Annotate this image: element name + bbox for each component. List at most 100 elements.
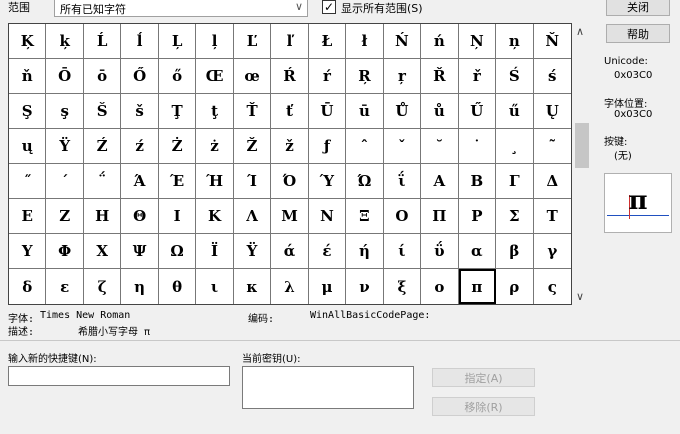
help-button[interactable]: 帮助 xyxy=(606,24,670,43)
char-cell[interactable]: Δ xyxy=(533,164,571,199)
char-cell[interactable]: Π xyxy=(421,199,459,234)
char-cell[interactable]: ΰ xyxy=(421,234,459,269)
char-cell[interactable]: Œ xyxy=(196,59,234,94)
scroll-up-icon[interactable]: ∧ xyxy=(576,25,584,38)
char-cell[interactable]: Ņ xyxy=(458,24,497,59)
assign-button[interactable]: 指定(A) xyxy=(432,368,535,387)
char-cell[interactable]: Η xyxy=(83,199,122,234)
char-cell[interactable]: έ xyxy=(308,234,347,269)
char-cell[interactable]: Ώ xyxy=(346,164,384,199)
char-cell[interactable]: Ő xyxy=(121,59,159,94)
char-cell[interactable]: Β xyxy=(458,164,497,199)
char-cell[interactable]: Ξ xyxy=(346,199,384,234)
char-cell[interactable]: Α xyxy=(421,164,459,199)
char-cell[interactable]: ξ xyxy=(383,269,422,304)
char-cell[interactable]: Ł xyxy=(308,24,347,59)
char-cell[interactable]: ζ xyxy=(83,269,122,304)
char-cell[interactable]: Ļ xyxy=(158,24,197,59)
char-cell[interactable]: Ύ xyxy=(308,164,347,199)
char-cell[interactable]: ˝ xyxy=(9,164,47,199)
char-cell[interactable]: Ţ xyxy=(158,94,197,129)
char-cell[interactable]: ρ xyxy=(496,269,534,304)
char-cell[interactable]: ˇ xyxy=(383,129,422,164)
char-cell[interactable]: ΐ xyxy=(383,164,422,199)
char-cell[interactable]: Ű xyxy=(458,94,497,129)
char-cell[interactable]: ν xyxy=(346,269,384,304)
char-cell[interactable]: ŗ xyxy=(383,59,422,94)
char-cell[interactable]: η xyxy=(121,269,159,304)
char-cell[interactable]: ά xyxy=(271,234,309,269)
scroll-down-icon[interactable]: ∨ xyxy=(576,290,584,303)
char-cell[interactable]: Ο xyxy=(383,199,422,234)
scroll-thumb[interactable] xyxy=(575,123,589,168)
char-cell[interactable]: Ĺ xyxy=(83,24,122,59)
char-cell[interactable]: ƒ xyxy=(308,129,347,164)
char-cell[interactable]: Ϋ xyxy=(233,234,272,269)
char-cell[interactable]: ń xyxy=(421,24,459,59)
char-cell[interactable]: ε xyxy=(46,269,84,304)
char-cell[interactable]: ľ xyxy=(271,24,309,59)
char-cell[interactable]: ż xyxy=(196,129,234,164)
char-cell[interactable]: Š xyxy=(83,94,122,129)
char-cell[interactable]: ť xyxy=(271,94,309,129)
char-cell[interactable]: ή xyxy=(346,234,384,269)
char-cell[interactable]: ί xyxy=(383,234,422,269)
char-cell[interactable]: Ş xyxy=(9,94,47,129)
char-cell[interactable]: Ť xyxy=(233,94,272,129)
new-shortcut-input[interactable] xyxy=(8,366,230,386)
char-cell[interactable]: Ρ xyxy=(458,199,497,234)
char-cell[interactable]: Φ xyxy=(46,234,84,269)
char-cell[interactable]: ů xyxy=(421,94,459,129)
char-cell-selected[interactable]: π xyxy=(458,269,497,304)
char-cell[interactable]: Γ xyxy=(496,164,534,199)
char-cell[interactable]: ņ xyxy=(496,24,534,59)
char-cell[interactable]: ų xyxy=(9,129,47,164)
char-cell[interactable]: ˜ xyxy=(533,129,571,164)
char-cell[interactable]: Υ xyxy=(9,234,47,269)
char-cell[interactable]: Ε xyxy=(9,199,47,234)
char-cell[interactable]: ι xyxy=(196,269,234,304)
char-cell[interactable]: Ή xyxy=(196,164,234,199)
char-cell[interactable]: Λ xyxy=(233,199,272,234)
char-cell[interactable]: ĺ xyxy=(121,24,159,59)
char-cell[interactable]: ő xyxy=(158,59,197,94)
char-cell[interactable]: Ÿ xyxy=(46,129,84,164)
char-cell[interactable]: ΅ xyxy=(83,164,122,199)
char-cell[interactable]: š xyxy=(121,94,159,129)
char-cell[interactable]: Ř xyxy=(421,59,459,94)
char-cell[interactable]: β xyxy=(496,234,534,269)
char-cell[interactable]: Ū xyxy=(308,94,347,129)
char-cell[interactable]: Μ xyxy=(271,199,309,234)
char-cell[interactable]: ˆ xyxy=(346,129,384,164)
char-cell[interactable]: ο xyxy=(421,269,459,304)
char-cell[interactable]: δ xyxy=(9,269,47,304)
char-cell[interactable]: Ų xyxy=(533,94,571,129)
close-button[interactable]: 关闭 xyxy=(606,0,670,16)
show-all-label[interactable]: 显示所有范围(S) xyxy=(341,0,423,16)
char-cell[interactable]: Ź xyxy=(83,129,122,164)
char-cell[interactable]: Ō xyxy=(46,59,84,94)
char-cell[interactable]: ķ xyxy=(46,24,84,59)
char-cell[interactable]: Τ xyxy=(533,199,571,234)
char-cell[interactable]: α xyxy=(458,234,497,269)
char-cell[interactable]: Ŗ xyxy=(346,59,384,94)
char-cell[interactable]: ļ xyxy=(196,24,234,59)
char-cell[interactable]: Ż xyxy=(158,129,197,164)
char-cell[interactable]: Ά xyxy=(121,164,159,199)
char-cell[interactable]: Σ xyxy=(496,199,534,234)
char-cell[interactable]: Χ xyxy=(83,234,122,269)
char-cell[interactable]: Ψ xyxy=(121,234,159,269)
char-cell[interactable]: ¸ xyxy=(496,129,534,164)
char-cell[interactable]: ű xyxy=(496,94,534,129)
char-cell[interactable]: Ό xyxy=(271,164,309,199)
char-cell[interactable]: Θ xyxy=(121,199,159,234)
char-cell[interactable]: ˙ xyxy=(458,129,497,164)
char-cell[interactable]: Έ xyxy=(158,164,197,199)
character-grid[interactable]: ĶķĹĺĻļĽľŁłŃńŅņŇňŌōŐőŒœŔŕŖŗŘřŚś ŞşŠšŢţŤťŪū… xyxy=(8,23,572,305)
char-cell[interactable]: ū xyxy=(346,94,384,129)
char-cell[interactable]: Ľ xyxy=(233,24,272,59)
char-cell[interactable]: ź xyxy=(121,129,159,164)
remove-button[interactable]: 移除(R) xyxy=(432,397,535,416)
char-cell[interactable]: Ů xyxy=(383,94,422,129)
char-cell[interactable]: Ŕ xyxy=(271,59,309,94)
